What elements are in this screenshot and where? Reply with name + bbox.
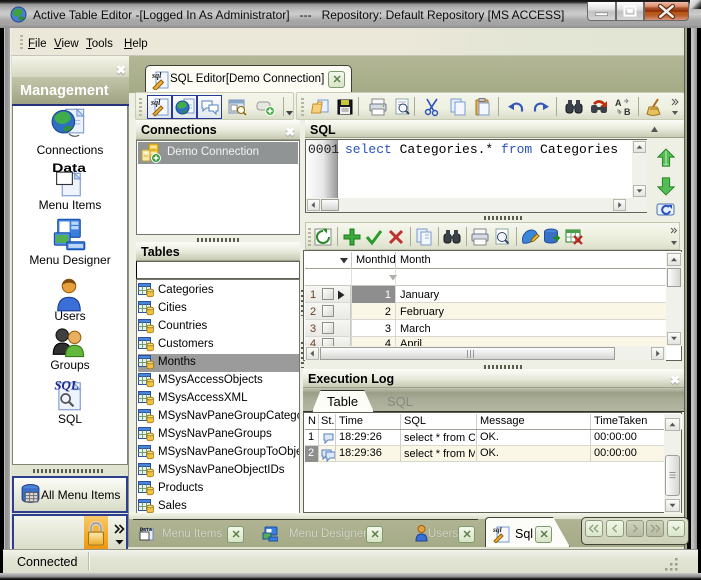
svg-text:SQL: SQL bbox=[54, 378, 79, 393]
svg-text:sql: sql bbox=[150, 98, 161, 107]
svg-text:A: A bbox=[615, 98, 622, 108]
svg-text:sql: sql bbox=[151, 71, 162, 80]
svg-text:Data: Data bbox=[140, 527, 152, 533]
svg-text:B: B bbox=[624, 107, 631, 117]
svg-text:sql: sql bbox=[493, 525, 503, 534]
svg-text:Data: Data bbox=[52, 162, 86, 175]
